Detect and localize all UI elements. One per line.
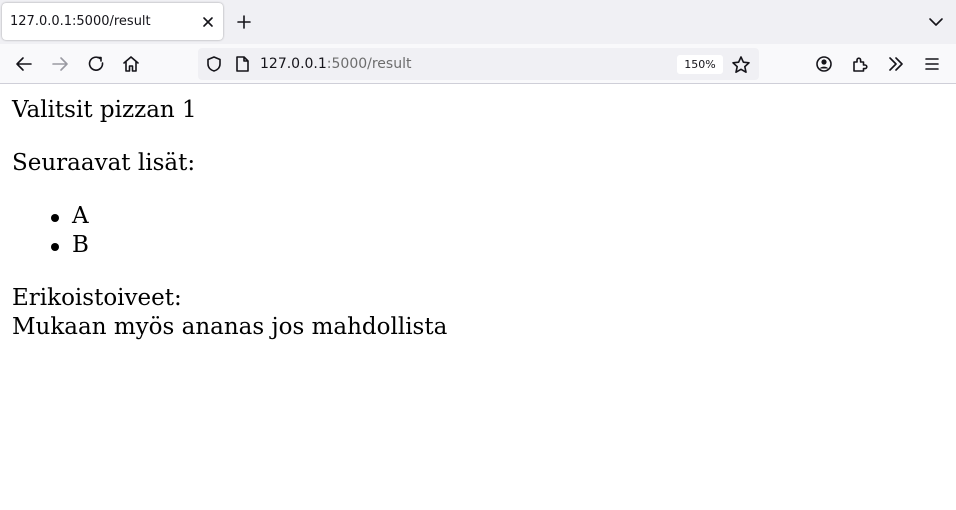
page-icon[interactable] bbox=[232, 54, 252, 74]
url-path: :5000/result bbox=[326, 56, 412, 72]
home-icon[interactable] bbox=[119, 52, 143, 76]
double-chevron-icon[interactable] bbox=[884, 52, 908, 76]
zoom-level-button[interactable]: 150% bbox=[677, 55, 723, 74]
chevron-down-icon[interactable] bbox=[924, 10, 948, 34]
arrow-left-icon[interactable] bbox=[12, 52, 36, 76]
special-requests-text: Mukaan myös ananas jos mahdollista bbox=[12, 314, 448, 340]
special-requests: Erikoistoiveet: Mukaan myös ananas jos m… bbox=[12, 284, 942, 342]
url-text[interactable]: 127.0.0.1:5000/result bbox=[260, 56, 411, 72]
shield-icon[interactable] bbox=[204, 54, 224, 74]
page-content: Valitsit pizzan 1 Seuraavat lisät: A B E… bbox=[12, 96, 942, 342]
special-requests-label: Erikoistoiveet: bbox=[12, 285, 182, 311]
list-item: A bbox=[51, 202, 942, 231]
url-bar[interactable]: 127.0.0.1:5000/result 150% bbox=[198, 48, 759, 80]
account-icon[interactable] bbox=[812, 52, 836, 76]
pizza-choice-text: Valitsit pizzan 1 bbox=[12, 97, 197, 123]
toppings-list: A B bbox=[12, 202, 942, 260]
url-host: 127.0.0.1 bbox=[260, 56, 327, 72]
nav-bar: 127.0.0.1:5000/result 150% bbox=[0, 44, 956, 84]
tab-strip: 127.0.0.1:5000/result bbox=[0, 0, 956, 44]
close-icon[interactable] bbox=[198, 12, 218, 32]
list-item: B bbox=[51, 231, 942, 260]
toppings-heading: Seuraavat lisät: bbox=[12, 150, 196, 176]
hamburger-menu-icon[interactable] bbox=[920, 52, 944, 76]
arrow-right-icon[interactable] bbox=[48, 52, 72, 76]
tab-title: 127.0.0.1:5000/result bbox=[10, 14, 151, 29]
star-icon[interactable] bbox=[730, 54, 752, 76]
tab-active[interactable]: 127.0.0.1:5000/result bbox=[2, 3, 223, 40]
puzzle-icon[interactable] bbox=[848, 52, 872, 76]
plus-icon[interactable] bbox=[232, 10, 256, 34]
reload-icon[interactable] bbox=[84, 52, 108, 76]
